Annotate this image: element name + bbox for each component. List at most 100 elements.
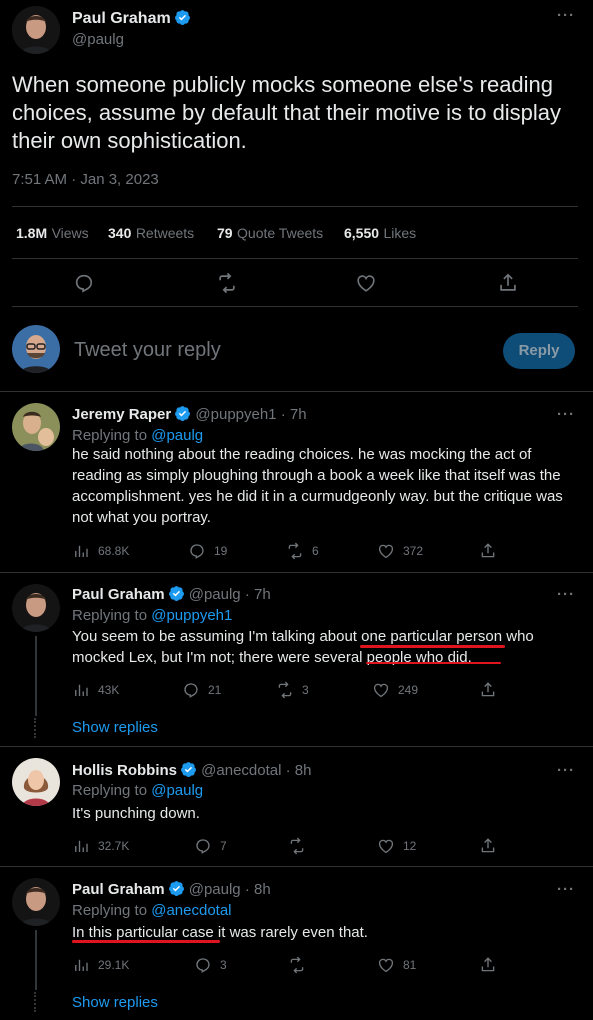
reply-author-handle[interactable]: @anecdotal (201, 762, 281, 779)
retweet-action[interactable]: 3 (276, 681, 309, 699)
thread-dots (34, 718, 36, 738)
like-icon[interactable] (355, 272, 377, 294)
author-name[interactable]: Paul Graham (72, 9, 191, 28)
retweet-action[interactable]: 6 (286, 542, 319, 560)
reply-icon (194, 837, 212, 855)
reply-avatar[interactable] (12, 403, 60, 451)
share-icon[interactable] (497, 272, 519, 294)
verified-icon (168, 585, 185, 602)
like-icon (372, 681, 390, 699)
annotation-underline (366, 662, 501, 664)
more-options-icon[interactable]: ··· (557, 762, 575, 779)
reply-action[interactable]: 19 (188, 542, 227, 560)
show-replies-link[interactable]: Show replies (72, 719, 158, 736)
reply-avatar[interactable] (12, 878, 60, 926)
reply-button[interactable]: Reply (503, 333, 575, 369)
user-avatar[interactable] (12, 325, 60, 373)
share-icon (479, 956, 497, 974)
author-avatar[interactable] (12, 6, 60, 54)
more-options-icon[interactable]: ··· (557, 586, 575, 603)
retweet-icon (288, 837, 306, 855)
share-action[interactable] (479, 681, 497, 699)
reply-author-name[interactable]: Paul Graham (72, 881, 165, 898)
views-icon (72, 956, 90, 974)
annotation-underline (72, 940, 220, 943)
show-replies-link[interactable]: Show replies (72, 994, 158, 1011)
reply-action[interactable]: 7 (194, 837, 227, 855)
views-stat: 1.8M Views (16, 225, 89, 241)
like-icon (377, 956, 395, 974)
reply-avatar[interactable] (12, 584, 60, 632)
reply-icon[interactable] (73, 272, 95, 294)
reply-time[interactable]: · 8h (286, 762, 312, 779)
reply-author-handle[interactable]: @paulg (189, 881, 241, 898)
reply-time[interactable]: · 7h (245, 586, 271, 603)
thread-line (35, 930, 37, 990)
reply-icon (182, 681, 200, 699)
views-action[interactable]: 29.1K (72, 956, 129, 974)
reply-icon (194, 956, 212, 974)
reply-author-name[interactable]: Paul Graham (72, 586, 165, 603)
retweets-stat[interactable]: 340 Retweets (108, 225, 194, 243)
reply-author-handle[interactable]: @paulg (189, 586, 241, 603)
tweet-text: When someone publicly mocks someone else… (12, 72, 562, 153)
reply-text: he said nothing about the reading choice… (72, 446, 563, 526)
views-icon (72, 837, 90, 855)
like-action[interactable]: 12 (377, 837, 416, 855)
more-options-icon[interactable]: ··· (557, 7, 575, 24)
share-action[interactable] (479, 542, 497, 560)
reply-avatar[interactable] (12, 758, 60, 806)
share-action[interactable] (479, 956, 497, 974)
retweet-icon[interactable] (216, 272, 238, 294)
verified-icon (180, 761, 197, 778)
reply-icon (188, 542, 206, 560)
more-options-icon[interactable]: ··· (557, 881, 575, 898)
like-action[interactable]: 249 (372, 681, 418, 699)
replying-to: Replying to @puppyeh1 (72, 607, 233, 624)
reply-author-name[interactable]: Hollis Robbins (72, 762, 177, 779)
like-action[interactable]: 372 (377, 542, 423, 560)
verified-icon (174, 405, 191, 422)
reply-time[interactable]: · 8h (245, 881, 271, 898)
reply-header: Hollis Robbins @anecdotal · 8h (72, 761, 311, 779)
views-icon (72, 542, 90, 560)
likes-stat[interactable]: 6,550 Likes (344, 225, 416, 243)
like-action[interactable]: 81 (377, 956, 416, 974)
replying-to-link[interactable]: @puppyeh1 (151, 607, 232, 624)
reply-author-name[interactable]: Jeremy Raper (72, 406, 171, 423)
share-action[interactable] (479, 837, 497, 855)
reply-header: Paul Graham @paulg · 7h (72, 585, 271, 603)
reply-action[interactable]: 21 (182, 681, 221, 699)
views-action[interactable]: 68.8K (72, 542, 129, 560)
reply-text: It's punching down. (72, 805, 200, 822)
stats-bottom-divider (12, 258, 578, 259)
retweet-icon (286, 542, 304, 560)
verified-icon (174, 9, 191, 26)
reply-time[interactable]: · 7h (281, 406, 307, 423)
thread-line (35, 636, 37, 716)
replying-to-link[interactable]: @paulg (151, 427, 203, 444)
annotation-underline (360, 645, 505, 648)
reply-author-handle[interactable]: @puppyeh1 (195, 406, 276, 423)
like-icon (377, 837, 395, 855)
reply-divider (0, 866, 593, 867)
stats-top-divider (12, 206, 578, 207)
views-action[interactable]: 32.7K (72, 837, 129, 855)
quote-tweets-stat[interactable]: 79 Quote Tweets (217, 225, 323, 243)
tweet-timestamp[interactable]: 7:51 AM · Jan 3, 2023 (12, 171, 159, 188)
retweet-action[interactable] (288, 837, 314, 855)
retweet-icon (288, 956, 306, 974)
reply-header: Paul Graham @paulg · 8h (72, 880, 271, 898)
retweet-action[interactable] (288, 956, 314, 974)
views-action[interactable]: 43K (72, 681, 119, 699)
reply-action[interactable]: 3 (194, 956, 227, 974)
share-icon (479, 681, 497, 699)
more-options-icon[interactable]: ··· (557, 406, 575, 423)
reply-input[interactable]: Tweet your reply (74, 339, 474, 362)
author-handle[interactable]: @paulg (72, 31, 124, 48)
replying-to: Replying to @paulg (72, 782, 204, 799)
replying-to-link[interactable]: @anecdotal (151, 902, 231, 919)
like-icon (377, 542, 395, 560)
replying-to-link[interactable]: @paulg (151, 782, 203, 799)
share-icon (479, 542, 497, 560)
